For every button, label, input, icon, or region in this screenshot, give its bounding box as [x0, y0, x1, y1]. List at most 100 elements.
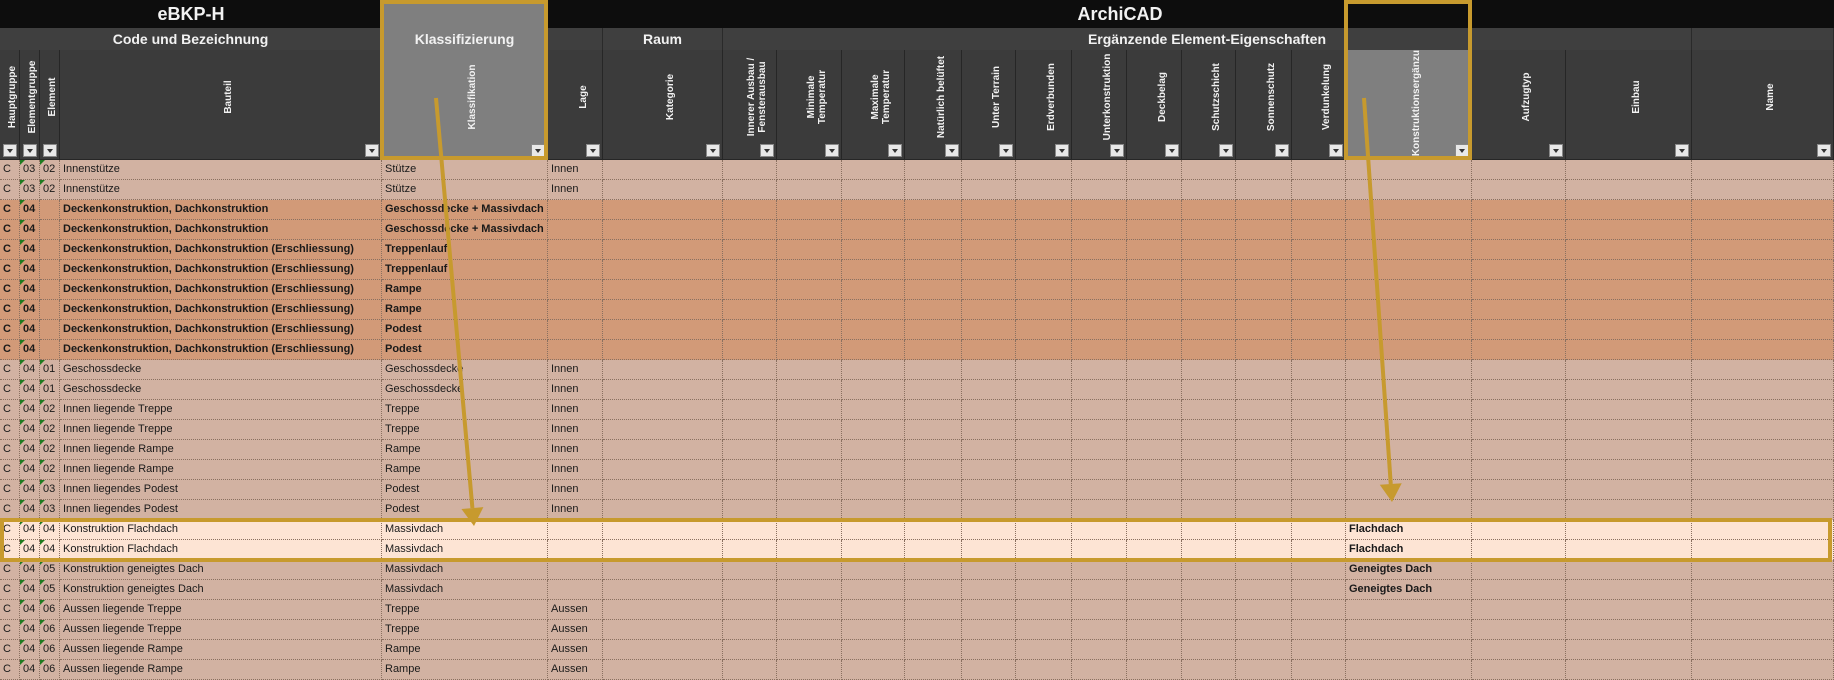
table-cell[interactable] [777, 500, 842, 520]
table-cell[interactable] [1016, 380, 1072, 400]
table-cell[interactable] [777, 580, 842, 600]
table-cell[interactable] [1182, 580, 1236, 600]
filter-dropdown-icon[interactable] [1817, 144, 1831, 157]
table-cell[interactable]: C [0, 440, 20, 460]
table-cell[interactable] [603, 460, 723, 480]
table-cell[interactable]: Innen liegende Treppe [60, 420, 382, 440]
table-cell[interactable] [962, 200, 1016, 220]
table-cell[interactable] [777, 200, 842, 220]
table-cell[interactable]: Rampe [382, 460, 548, 480]
table-cell[interactable]: Rampe [382, 300, 548, 320]
table-cell[interactable]: C [0, 340, 20, 360]
table-cell[interactable] [603, 480, 723, 500]
table-cell[interactable] [1182, 460, 1236, 480]
table-cell[interactable]: Rampe [382, 440, 548, 460]
table-cell[interactable] [1566, 600, 1692, 620]
table-cell[interactable] [842, 640, 905, 660]
table-cell[interactable] [777, 460, 842, 480]
table-cell[interactable]: Stütze [382, 180, 548, 200]
table-cell[interactable] [1016, 500, 1072, 520]
table-cell[interactable]: 04 [20, 600, 40, 620]
table-cell[interactable] [842, 280, 905, 300]
table-cell[interactable] [1127, 560, 1182, 580]
table-cell[interactable]: 04 [20, 200, 40, 220]
table-cell[interactable] [1292, 380, 1346, 400]
table-cell[interactable] [1292, 280, 1346, 300]
table-cell[interactable] [1072, 520, 1127, 540]
table-cell[interactable] [603, 600, 723, 620]
table-cell[interactable]: C [0, 500, 20, 520]
table-cell[interactable] [962, 320, 1016, 340]
table-cell[interactable]: C [0, 580, 20, 600]
table-cell[interactable] [905, 460, 962, 480]
table-cell[interactable] [1182, 620, 1236, 640]
table-cell[interactable]: Massivdach [382, 560, 548, 580]
table-cell[interactable] [1472, 420, 1566, 440]
table-cell[interactable] [842, 240, 905, 260]
table-cell[interactable]: Massivdach [382, 540, 548, 560]
table-cell[interactable] [1236, 500, 1292, 520]
table-cell[interactable] [962, 340, 1016, 360]
table-cell[interactable] [1472, 240, 1566, 260]
table-cell[interactable]: 04 [20, 640, 40, 660]
table-cell[interactable] [1016, 320, 1072, 340]
filter-dropdown-icon[interactable] [706, 144, 720, 157]
table-cell[interactable] [1127, 320, 1182, 340]
table-cell[interactable]: Treppe [382, 620, 548, 640]
table-cell[interactable] [1127, 420, 1182, 440]
table-cell[interactable] [1566, 300, 1692, 320]
table-cell[interactable] [777, 440, 842, 460]
table-cell[interactable] [1016, 300, 1072, 320]
table-cell[interactable] [842, 200, 905, 220]
table-cell[interactable]: C [0, 280, 20, 300]
filter-dropdown-icon[interactable] [1219, 144, 1233, 157]
table-cell[interactable] [1472, 660, 1566, 680]
table-cell[interactable] [1182, 200, 1236, 220]
table-cell[interactable] [842, 340, 905, 360]
table-cell[interactable] [842, 540, 905, 560]
table-cell[interactable] [1127, 540, 1182, 560]
filter-dropdown-icon[interactable] [43, 144, 57, 157]
table-cell[interactable] [723, 360, 777, 380]
table-cell[interactable] [1182, 220, 1236, 240]
table-cell[interactable] [905, 160, 962, 180]
table-cell[interactable] [842, 480, 905, 500]
table-cell[interactable]: Treppe [382, 420, 548, 440]
table-cell[interactable] [603, 520, 723, 540]
table-cell[interactable] [962, 600, 1016, 620]
table-cell[interactable]: C [0, 480, 20, 500]
table-cell[interactable]: C [0, 620, 20, 640]
table-cell[interactable]: C [0, 220, 20, 240]
table-cell[interactable] [1472, 340, 1566, 360]
table-cell[interactable]: C [0, 600, 20, 620]
table-cell[interactable] [905, 300, 962, 320]
table-cell[interactable] [1472, 280, 1566, 300]
table-cell[interactable]: Podest [382, 340, 548, 360]
table-cell[interactable] [1346, 360, 1472, 380]
table-cell[interactable] [777, 320, 842, 340]
table-cell[interactable] [40, 320, 60, 340]
table-cell[interactable]: Massivdach [382, 520, 548, 540]
table-cell[interactable] [962, 480, 1016, 500]
table-cell[interactable]: Innen [548, 360, 603, 380]
table-cell[interactable] [1346, 280, 1472, 300]
table-cell[interactable]: 04 [40, 540, 60, 560]
table-cell[interactable] [1182, 420, 1236, 440]
table-cell[interactable] [905, 580, 962, 600]
table-cell[interactable] [1236, 360, 1292, 380]
table-cell[interactable] [1566, 360, 1692, 380]
table-cell[interactable] [603, 400, 723, 420]
table-cell[interactable] [1292, 560, 1346, 580]
table-cell[interactable] [1182, 320, 1236, 340]
table-cell[interactable] [1072, 420, 1127, 440]
table-cell[interactable] [1566, 540, 1692, 560]
table-cell[interactable] [1016, 400, 1072, 420]
table-cell[interactable] [1016, 600, 1072, 620]
table-cell[interactable] [842, 560, 905, 580]
table-cell[interactable] [548, 320, 603, 340]
table-cell[interactable] [1346, 380, 1472, 400]
table-cell[interactable]: 04 [20, 440, 40, 460]
table-cell[interactable] [1292, 360, 1346, 380]
filter-dropdown-icon[interactable] [1275, 144, 1289, 157]
table-cell[interactable] [1692, 420, 1834, 440]
